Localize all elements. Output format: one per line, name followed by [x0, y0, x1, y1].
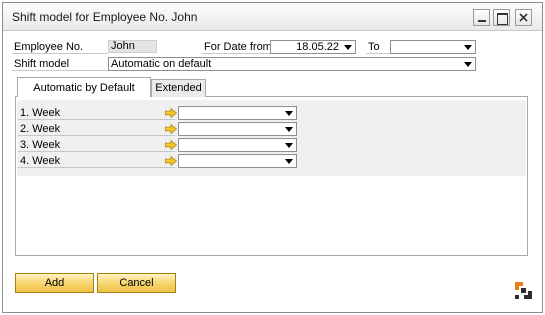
- week-1-combo[interactable]: [178, 106, 297, 120]
- to-divider: [366, 53, 390, 54]
- for-date-value: 18.05.22: [296, 41, 339, 53]
- week-1-divider: [18, 119, 175, 120]
- week-2-combo[interactable]: [178, 122, 297, 136]
- cancel-button[interactable]: Cancel: [97, 273, 176, 293]
- window-title: Shift model for Employee No. John: [12, 10, 198, 24]
- title-bar[interactable]: Shift model for Employee No. John: [3, 3, 542, 31]
- sap-logo-icon: [515, 282, 532, 299]
- tab-extended[interactable]: Extended: [151, 79, 206, 97]
- for-date-label: For Date from: [204, 41, 272, 53]
- week-3-combo[interactable]: [178, 138, 297, 152]
- add-button[interactable]: Add: [15, 273, 94, 293]
- close-icon[interactable]: [515, 9, 532, 26]
- link-arrow-icon[interactable]: [165, 124, 177, 134]
- employee-no-value: John: [108, 40, 157, 53]
- to-date-combo[interactable]: [390, 40, 476, 54]
- week-2-divider: [18, 135, 175, 136]
- link-arrow-icon[interactable]: [165, 140, 177, 150]
- maximize-icon[interactable]: [493, 9, 510, 26]
- chevron-down-icon[interactable]: [464, 62, 472, 67]
- to-label: To: [368, 41, 380, 53]
- for-date-divider: [202, 53, 270, 54]
- week-4-label: 4. Week: [20, 155, 61, 167]
- for-date-combo[interactable]: 18.05.22: [270, 40, 356, 54]
- chevron-down-icon[interactable]: [285, 127, 293, 132]
- employee-no-label: Employee No.: [14, 41, 84, 53]
- week-2-label: 2. Week: [20, 123, 61, 135]
- chevron-down-icon[interactable]: [285, 111, 293, 116]
- shift-model-value: Automatic on default: [111, 58, 212, 70]
- link-arrow-icon[interactable]: [165, 108, 177, 118]
- chevron-down-icon[interactable]: [285, 143, 293, 148]
- shift-model-label: Shift model: [14, 58, 70, 70]
- week-3-divider: [18, 151, 175, 152]
- minimize-icon[interactable]: [473, 9, 490, 26]
- tab-automatic-by-default[interactable]: Automatic by Default: [17, 77, 151, 97]
- week-4-divider: [18, 167, 175, 168]
- shift-model-combo[interactable]: Automatic on default: [108, 57, 476, 71]
- week-3-label: 3. Week: [20, 139, 61, 151]
- shift-model-divider: [12, 70, 108, 71]
- chevron-down-icon[interactable]: [344, 45, 352, 50]
- week-4-combo[interactable]: [178, 154, 297, 168]
- chevron-down-icon[interactable]: [464, 45, 472, 50]
- week-1-label: 1. Week: [20, 107, 61, 119]
- employee-no-divider: [12, 53, 108, 54]
- link-arrow-icon[interactable]: [165, 156, 177, 166]
- chevron-down-icon[interactable]: [285, 159, 293, 164]
